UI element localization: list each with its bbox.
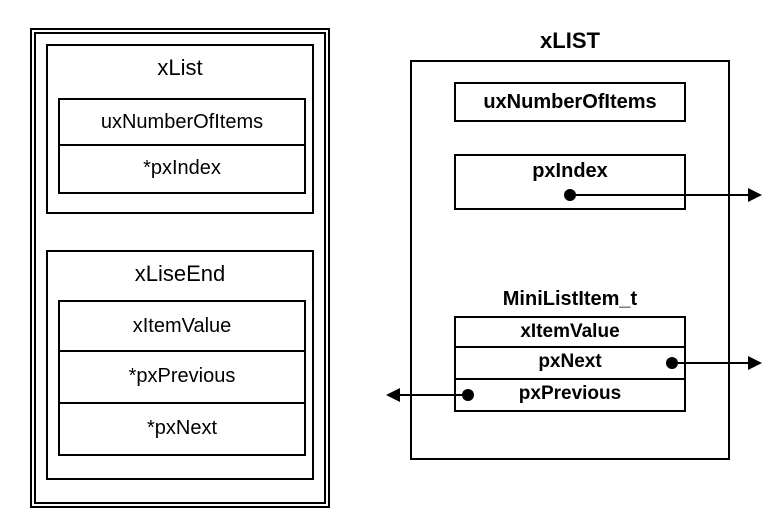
xlist-title: xList (48, 46, 312, 90)
right-title: xLIST (410, 28, 730, 54)
xliseend-field-pxPrevious: *pxPrevious (58, 352, 306, 404)
xliseend-struct-box: xLiseEnd xItemValue *pxPrevious *pxNext (46, 250, 314, 480)
right-field-pxIndex: pxIndex (454, 154, 686, 210)
minilistitem-fields: xItemValue pxNext pxPrevious (454, 316, 686, 412)
xliseend-title: xLiseEnd (48, 252, 312, 296)
pxindex-pointer-line (576, 194, 750, 196)
pxnext-pointer-line (678, 362, 750, 364)
pxindex-pointer-arrow-right-icon (748, 188, 762, 202)
right-field-uxNumberOfItems: uxNumberOfItems (454, 82, 686, 122)
pxindex-pointer-dot-icon (564, 189, 576, 201)
diagram-stage: xList uxNumberOfItems *pxIndex xLiseEnd … (0, 0, 770, 524)
mini-field-pxPrevious: pxPrevious (454, 380, 686, 412)
mini-field-xItemValue: xItemValue (454, 316, 686, 348)
pxprevious-pointer-arrow-left-icon (386, 388, 400, 402)
xlist-field-uxNumberOfItems: uxNumberOfItems (58, 98, 306, 146)
mini-field-pxNext: pxNext (454, 348, 686, 380)
xliseend-field-xItemValue: xItemValue (58, 300, 306, 352)
xlist-fields: uxNumberOfItems *pxIndex (58, 98, 306, 194)
minilistitem-title: MiniListItem_t (454, 288, 686, 311)
pxprevious-pointer-line (398, 394, 464, 396)
xlist-field-pxIndex: *pxIndex (58, 146, 306, 194)
xliseend-field-pxNext: *pxNext (58, 404, 306, 456)
pxnext-pointer-dot-icon (666, 357, 678, 369)
right-field-pxIndex-label: pxIndex (456, 156, 684, 184)
pxnext-pointer-arrow-right-icon (748, 356, 762, 370)
xliseend-fields: xItemValue *pxPrevious *pxNext (58, 300, 306, 456)
xlist-struct-box: xList uxNumberOfItems *pxIndex (46, 44, 314, 214)
